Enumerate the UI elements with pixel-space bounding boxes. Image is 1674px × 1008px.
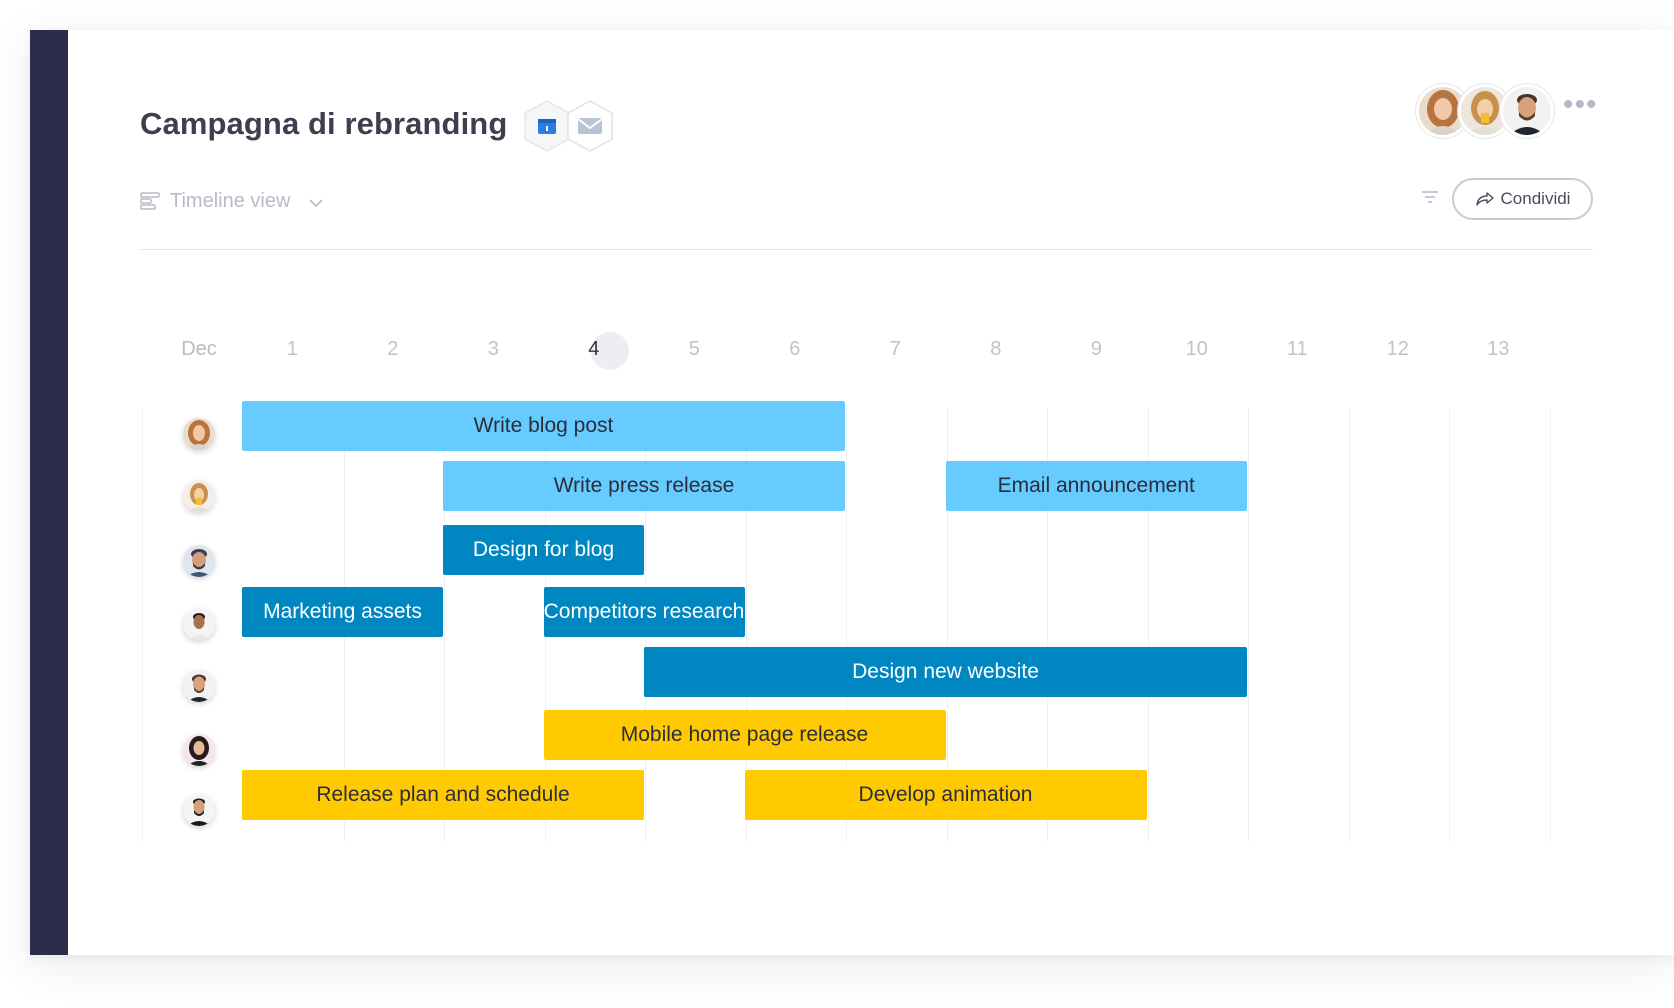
day-label: 13 — [1487, 338, 1510, 360]
calendar-icon[interactable] — [523, 99, 571, 153]
task-bar[interactable]: Design new website — [644, 647, 1247, 697]
filter-icon[interactable] — [1421, 190, 1439, 204]
task-bar[interactable]: Write press release — [443, 461, 845, 511]
grid-line — [142, 408, 143, 842]
day-label: 12 — [1386, 338, 1409, 360]
task-bar-label: Write press release — [553, 474, 735, 497]
task-bar[interactable]: Email announcement — [945, 461, 1247, 511]
row-assignee-avatar[interactable] — [183, 545, 215, 577]
row-assignee-avatar[interactable] — [183, 480, 215, 512]
view-selector[interactable]: Timeline view — [140, 186, 324, 216]
grid-line — [1549, 408, 1551, 842]
grid-line — [1449, 408, 1450, 842]
task-bar-label: Release plan and schedule — [316, 783, 570, 806]
left-sidebar — [30, 30, 68, 955]
row-assignee-avatar[interactable] — [183, 670, 215, 702]
more-options-icon[interactable]: ••• — [1563, 90, 1597, 120]
day-label: 11 — [1286, 338, 1308, 360]
day-label: 10 — [1185, 338, 1208, 360]
task-bar-label: Mobile home page release — [620, 723, 869, 746]
member-avatar[interactable] — [1500, 84, 1554, 138]
task-bar-label: Develop animation — [858, 783, 1033, 806]
board-title[interactable]: Campagna di rebranding — [140, 106, 507, 142]
view-label: Timeline view — [170, 189, 291, 212]
row-assignee-avatar[interactable] — [183, 418, 215, 450]
board-members[interactable] — [1416, 84, 1556, 138]
task-bar-label: Design for blog — [472, 538, 615, 561]
share-icon — [1475, 192, 1494, 206]
task-bar[interactable]: Develop animation — [744, 770, 1147, 820]
grid-line — [1348, 408, 1350, 842]
task-bar-label: Write blog post — [473, 414, 614, 437]
share-button[interactable]: Condividi — [1452, 178, 1593, 220]
day-label: 1 — [286, 338, 298, 360]
day-label: 6 — [789, 338, 801, 360]
task-bar-label: Design new website — [852, 660, 1039, 683]
task-bar[interactable]: Write blog post — [242, 401, 845, 451]
task-bar-label: Marketing assets — [263, 600, 422, 623]
chevron-down-icon — [309, 199, 323, 208]
month-label: Dec — [181, 338, 217, 360]
task-bar[interactable]: Competitors research — [543, 587, 745, 637]
task-bar[interactable]: Release plan and schedule — [242, 770, 644, 820]
row-assignee-avatar[interactable] — [183, 608, 215, 640]
day-label: 5 — [688, 338, 700, 360]
share-label: Condividi — [1500, 189, 1571, 208]
grid-line — [1248, 408, 1249, 842]
timeline-view-icon — [140, 192, 160, 210]
day-label: 7 — [889, 338, 901, 360]
task-bar-label: Email announcement — [997, 474, 1195, 497]
day-label: 3 — [487, 338, 499, 360]
today-day-label: 4 — [588, 338, 600, 360]
row-assignee-avatar[interactable] — [183, 734, 215, 766]
mail-icon[interactable] — [566, 99, 614, 153]
day-label: 8 — [990, 338, 1002, 360]
task-bar-label: Competitors research — [543, 600, 745, 623]
row-assignee-avatar[interactable] — [183, 794, 215, 826]
task-bar[interactable]: Marketing assets — [242, 587, 443, 637]
day-label: 9 — [1090, 338, 1102, 360]
header-divider — [140, 249, 1593, 250]
day-label: 2 — [387, 338, 399, 360]
task-bar[interactable]: Design for blog — [443, 525, 644, 575]
task-bar[interactable]: Mobile home page release — [543, 710, 946, 760]
